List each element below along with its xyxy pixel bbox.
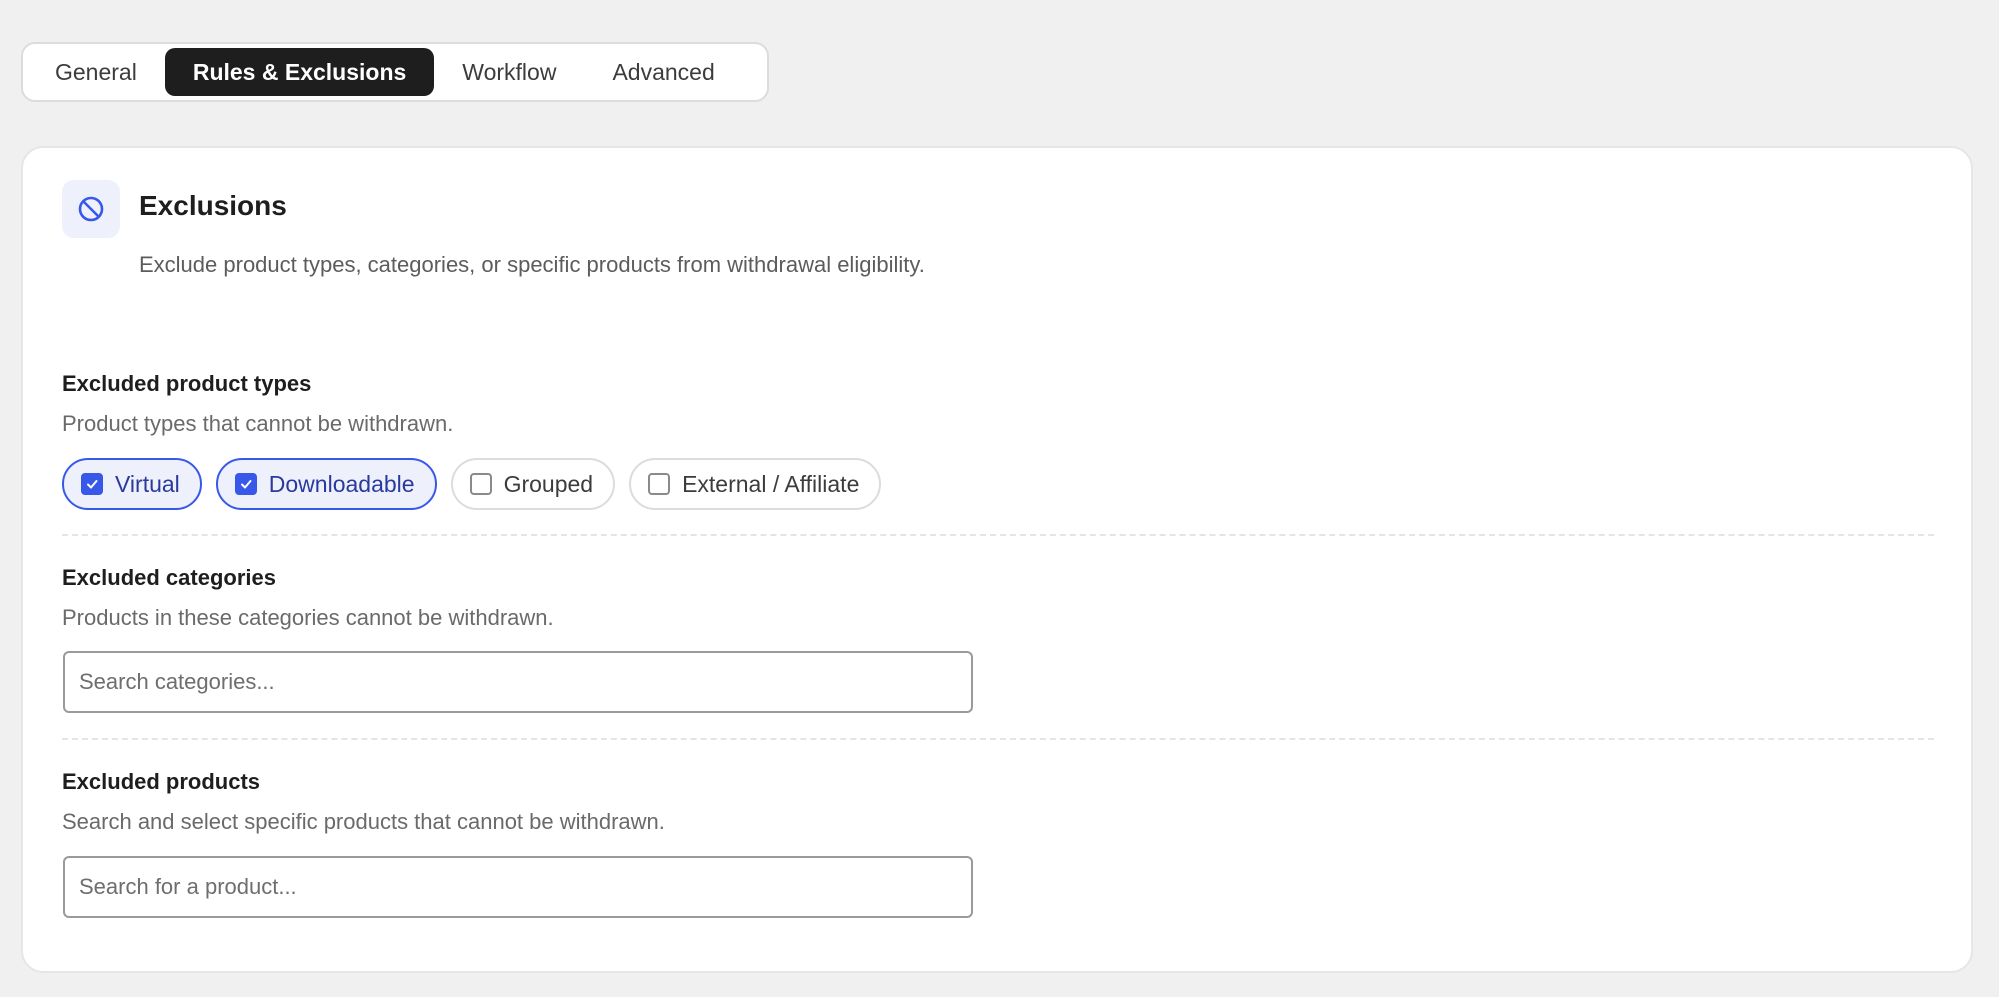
checkbox-checked-icon[interactable]: [234, 473, 257, 495]
tab-rules-exclusions[interactable]: Rules & Exclusions: [164, 48, 435, 96]
divider: [62, 534, 1934, 536]
block-icon: [62, 180, 120, 238]
categories-help: Products in these categories cannot be w…: [62, 605, 554, 630]
products-title: Excluded products: [62, 769, 261, 794]
section-description: Exclude product types, categories, or sp…: [139, 252, 925, 277]
chip-virtual[interactable]: Virtual: [62, 458, 202, 510]
categories-title: Excluded categories: [62, 565, 276, 590]
product-types-title: Excluded product types: [62, 371, 312, 396]
product-type-chips: Virtual Downloadable Grouped External / …: [62, 458, 882, 510]
product-types-help: Product types that cannot be withdrawn.: [62, 411, 454, 436]
chip-grouped[interactable]: Grouped: [450, 458, 616, 510]
exclusions-card: Exclusions Exclude product types, catego…: [21, 146, 1973, 973]
tab-advanced[interactable]: Advanced: [584, 48, 742, 96]
checkbox-unchecked-icon[interactable]: [469, 473, 492, 495]
settings-tabs: General Rules & Exclusions Workflow Adva…: [21, 42, 769, 102]
products-help: Search and select specific products that…: [62, 809, 665, 834]
tab-general[interactable]: General: [27, 48, 165, 96]
search-categories-input[interactable]: [63, 651, 973, 713]
chip-label: Virtual: [115, 470, 180, 497]
chip-label: Grouped: [503, 470, 594, 497]
checkbox-unchecked-icon[interactable]: [648, 473, 671, 495]
section-title: Exclusions: [139, 190, 287, 221]
checkbox-checked-icon[interactable]: [81, 473, 103, 495]
chip-label: External / Affiliate: [682, 470, 860, 497]
search-products-input[interactable]: [63, 856, 973, 918]
chip-external-affiliate[interactable]: External / Affiliate: [629, 458, 882, 510]
chip-label: Downloadable: [268, 470, 415, 497]
chip-downloadable[interactable]: Downloadable: [215, 458, 437, 510]
tab-workflow[interactable]: Workflow: [434, 48, 584, 96]
divider: [62, 738, 1934, 740]
